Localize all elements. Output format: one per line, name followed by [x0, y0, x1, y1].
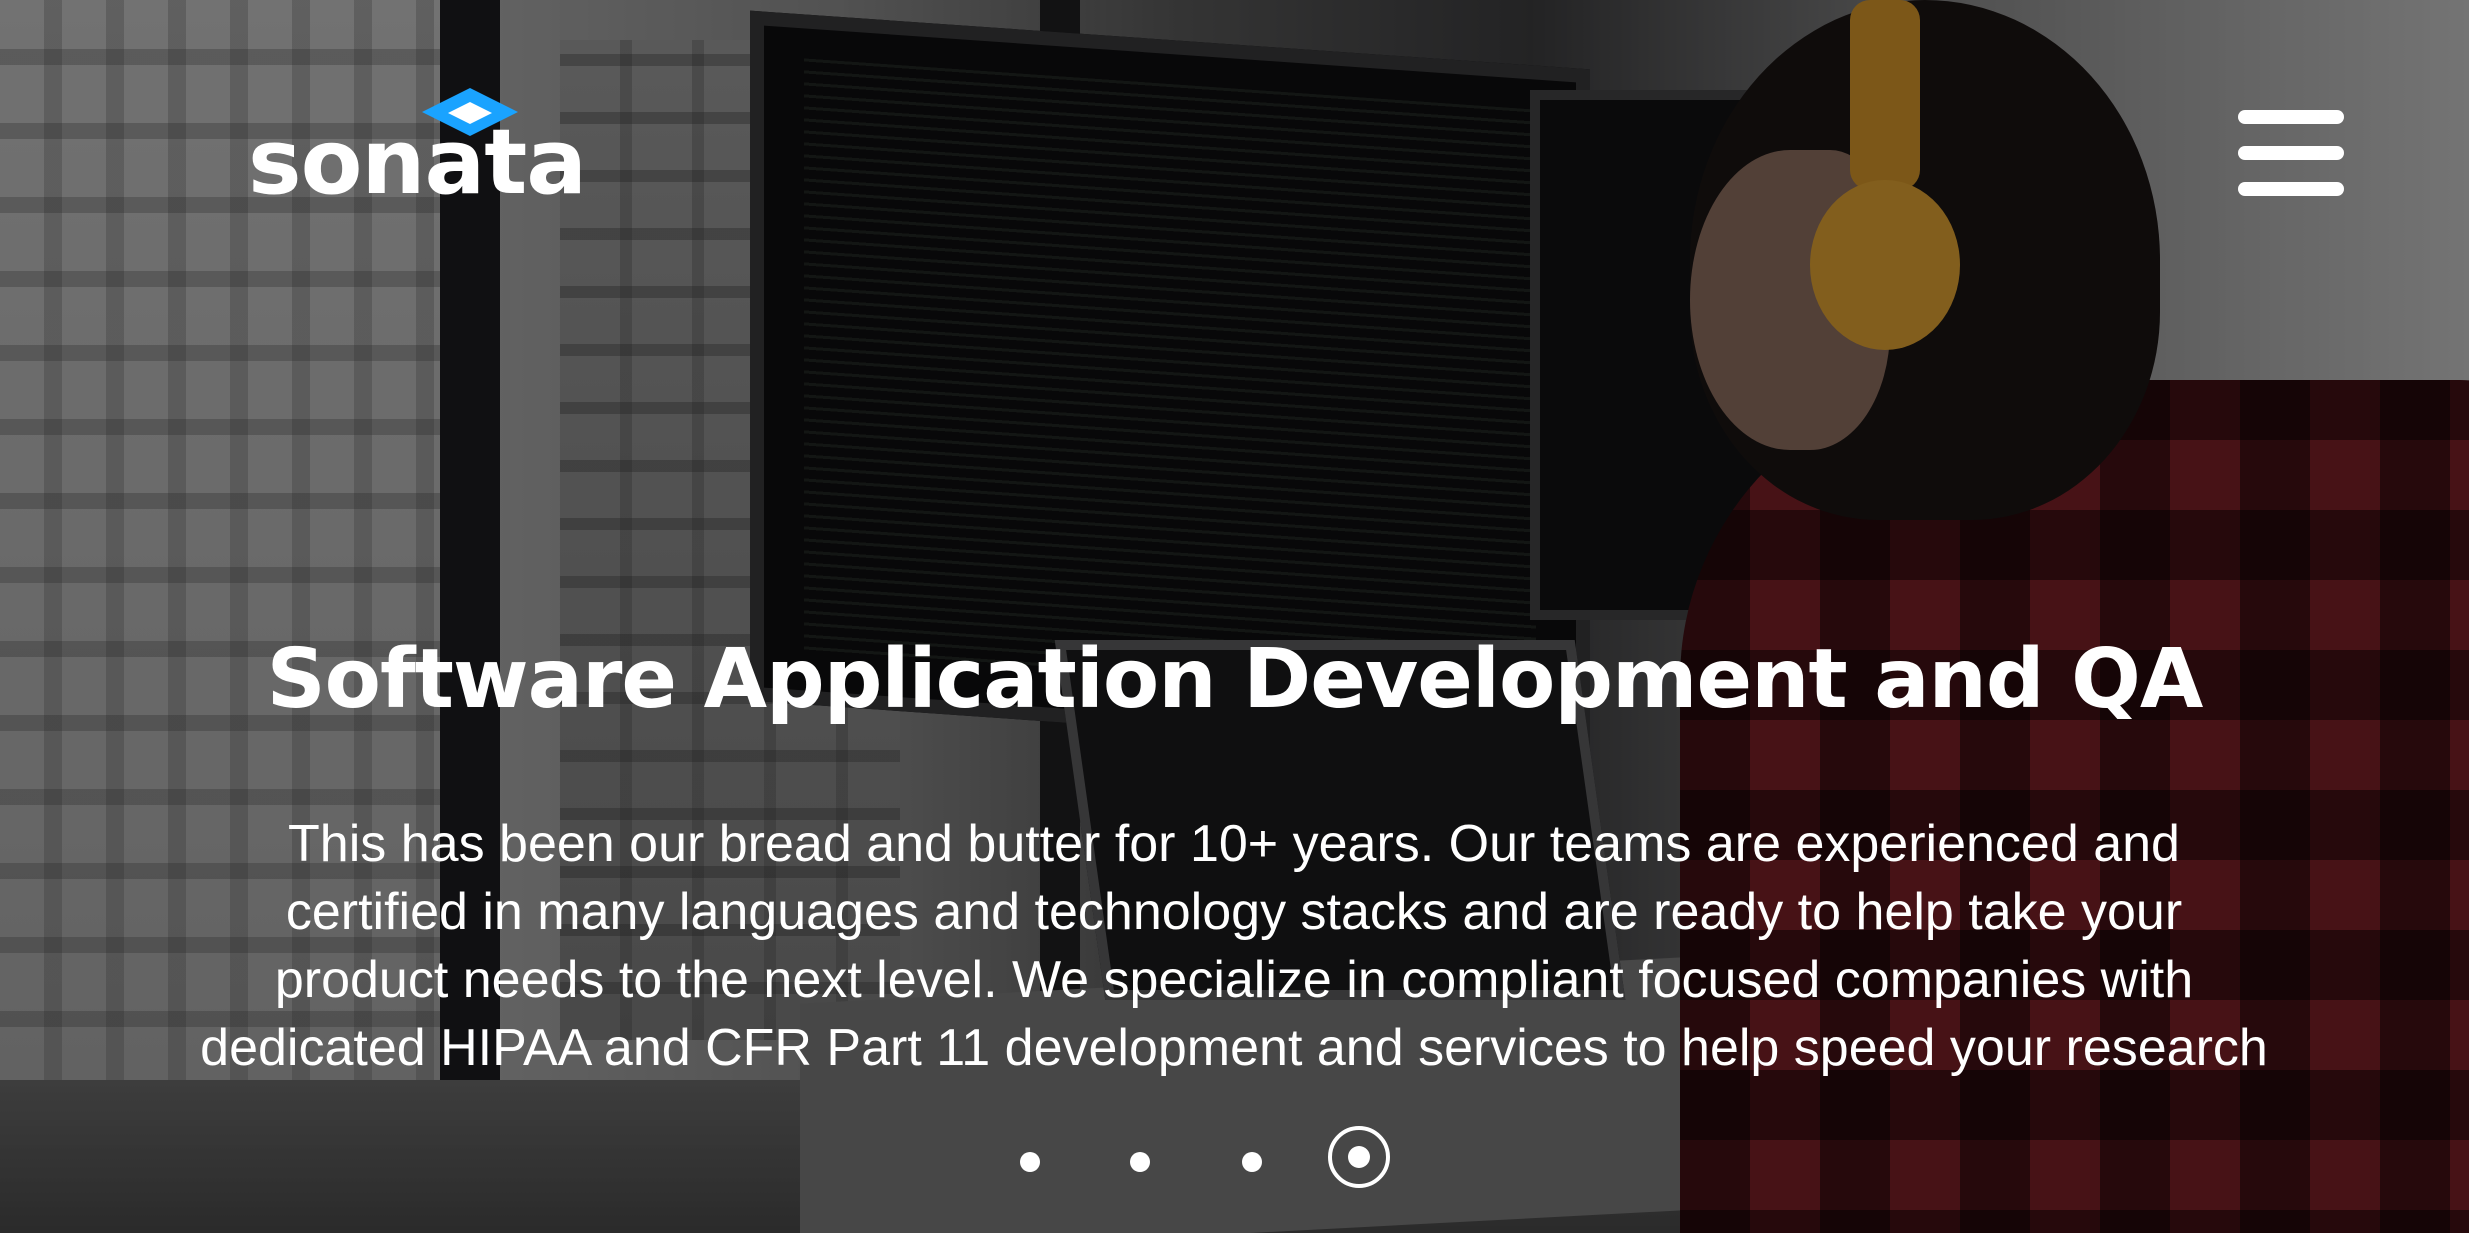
hero-description-line: This has been our bread and butter for 1…: [288, 815, 2180, 873]
carousel-dot-3[interactable]: [1242, 1152, 1262, 1172]
carousel-dot-2[interactable]: [1130, 1152, 1150, 1172]
carousel-pagination: [1010, 1126, 1410, 1196]
hero-description-line: dedicated HIPAA and CFR Part 11 developm…: [200, 1019, 2268, 1077]
carousel-dot-4-active[interactable]: [1328, 1126, 1390, 1188]
hero-description-line: certified in many languages and technolo…: [285, 883, 2183, 941]
menu-button[interactable]: [2238, 110, 2344, 196]
brand-logo[interactable]: sonata: [248, 88, 600, 218]
hero-description-line: product needs to the next level. We spec…: [274, 951, 2194, 1009]
carousel-dot-1[interactable]: [1020, 1152, 1040, 1172]
brand-name: sonata: [248, 110, 587, 215]
hero-title: Software Application Development and QA: [266, 632, 2204, 727]
hero-description: This has been our bread and butter for 1…: [134, 810, 2334, 1082]
